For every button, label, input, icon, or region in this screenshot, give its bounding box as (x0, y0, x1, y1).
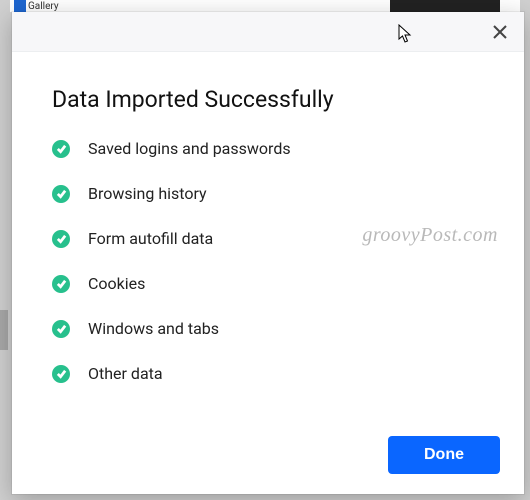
list-item: Windows and tabs (52, 319, 484, 338)
dialog-footer: Done (12, 426, 524, 494)
list-item: Cookies (52, 274, 484, 293)
tab-favicon (14, 0, 26, 12)
close-icon (493, 25, 507, 39)
dialog-body: Data Imported Successfully Saved logins … (12, 52, 524, 426)
item-label: Cookies (88, 274, 145, 293)
check-icon (52, 365, 70, 383)
item-label: Form autofill data (88, 229, 213, 248)
dialog-title: Data Imported Successfully (52, 86, 484, 113)
list-item: Browsing history (52, 184, 484, 203)
check-icon (52, 140, 70, 158)
background-scrollbar (0, 310, 8, 350)
check-icon (52, 275, 70, 293)
dialog-header (12, 12, 524, 52)
import-success-dialog: Data Imported Successfully Saved logins … (12, 12, 524, 494)
check-icon (52, 320, 70, 338)
list-item: Saved logins and passwords (52, 139, 484, 158)
done-button[interactable]: Done (388, 436, 500, 474)
import-list: Saved logins and passwords Browsing hist… (52, 139, 484, 383)
list-item: Other data (52, 364, 484, 383)
tab-label: Gallery (28, 1, 59, 12)
item-label: Browsing history (88, 184, 207, 203)
background-dark-block (390, 0, 500, 12)
check-icon (52, 185, 70, 203)
list-item: Form autofill data (52, 229, 484, 248)
item-label: Saved logins and passwords (88, 139, 291, 158)
item-label: Other data (88, 364, 163, 383)
check-icon (52, 230, 70, 248)
close-button[interactable] (488, 20, 512, 44)
item-label: Windows and tabs (88, 319, 219, 338)
